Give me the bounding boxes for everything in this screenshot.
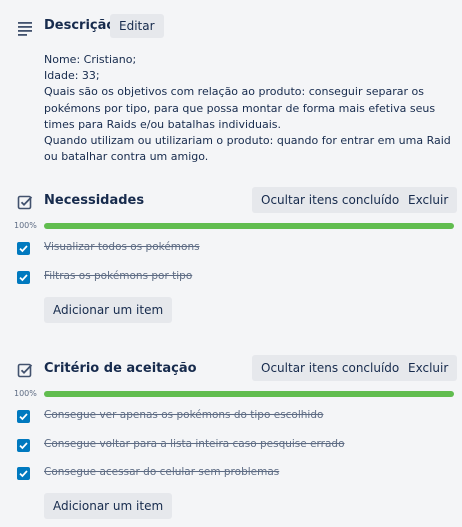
hide-completed-button[interactable]: Ocultar itens concluídos	[252, 187, 415, 213]
description-title: Descrição	[44, 18, 116, 33]
progress-fill	[44, 223, 454, 229]
item-checkbox[interactable]	[17, 439, 30, 452]
description-line: Nome: Cristiano;	[44, 53, 137, 66]
add-item-button[interactable]: Adicionar um item	[44, 297, 173, 323]
item-checkbox[interactable]	[17, 242, 30, 255]
checklist-title: Necessidades	[44, 193, 145, 208]
checklist-item: Filtras os pokémons por tipo	[0, 268, 462, 288]
description-line: Quando utilizam ou utilizariam o produto…	[44, 134, 451, 164]
item-checkbox[interactable]	[17, 271, 30, 284]
checklist-item: Visualizar todos os pokémons	[0, 239, 462, 259]
item-label[interactable]: Consegue ver apenas os pokémons do tipo …	[44, 409, 323, 421]
checklist-header: Critério de aceitação Ocultar itens conc…	[0, 354, 462, 384]
item-label[interactable]: Consegue voltar para a lista inteira cas…	[44, 438, 345, 450]
delete-checklist-button[interactable]: Excluir	[399, 187, 458, 213]
check-icon	[19, 442, 28, 450]
item-checkbox[interactable]	[17, 467, 30, 480]
progress-percent: 100%	[14, 221, 37, 230]
checklist-title: Critério de aceitação	[44, 361, 197, 376]
checklist-header: Necessidades Ocultar itens concluídos Ex…	[0, 186, 462, 216]
checklist-icon	[17, 362, 33, 378]
item-label[interactable]: Visualizar todos os pokémons	[44, 241, 200, 253]
item-label[interactable]: Consegue acessar do celular sem problema…	[44, 466, 279, 478]
description-header: Descrição Editar	[0, 12, 462, 42]
progress-bar	[44, 391, 454, 397]
check-icon	[19, 413, 28, 421]
description-text: Nome: Cristiano; Idade: 33; Quais são os…	[44, 52, 454, 165]
description-line: Quais são os objetivos com relação ao pr…	[44, 85, 436, 131]
checklist-item: Consegue ver apenas os pokémons do tipo …	[0, 407, 462, 427]
edit-description-button[interactable]: Editar	[110, 14, 164, 38]
description-line: Idade: 33;	[44, 69, 100, 83]
check-icon	[19, 274, 28, 282]
checklist-item: Consegue voltar para a lista inteira cas…	[0, 436, 462, 456]
hide-completed-button[interactable]: Ocultar itens concluídos	[252, 355, 415, 381]
checklist-item: Consegue acessar do celular sem problema…	[0, 464, 462, 484]
item-checkbox[interactable]	[17, 410, 30, 423]
check-icon	[19, 245, 28, 253]
progress-percent: 100%	[14, 389, 37, 398]
item-label[interactable]: Filtras os pokémons por tipo	[44, 270, 192, 282]
delete-checklist-button[interactable]: Excluir	[399, 355, 458, 381]
check-icon	[19, 470, 28, 478]
description-lines-icon	[17, 20, 33, 36]
progress-fill	[44, 391, 454, 397]
progress-bar	[44, 223, 454, 229]
add-item-button[interactable]: Adicionar um item	[44, 493, 173, 519]
checklist-icon	[17, 194, 33, 210]
